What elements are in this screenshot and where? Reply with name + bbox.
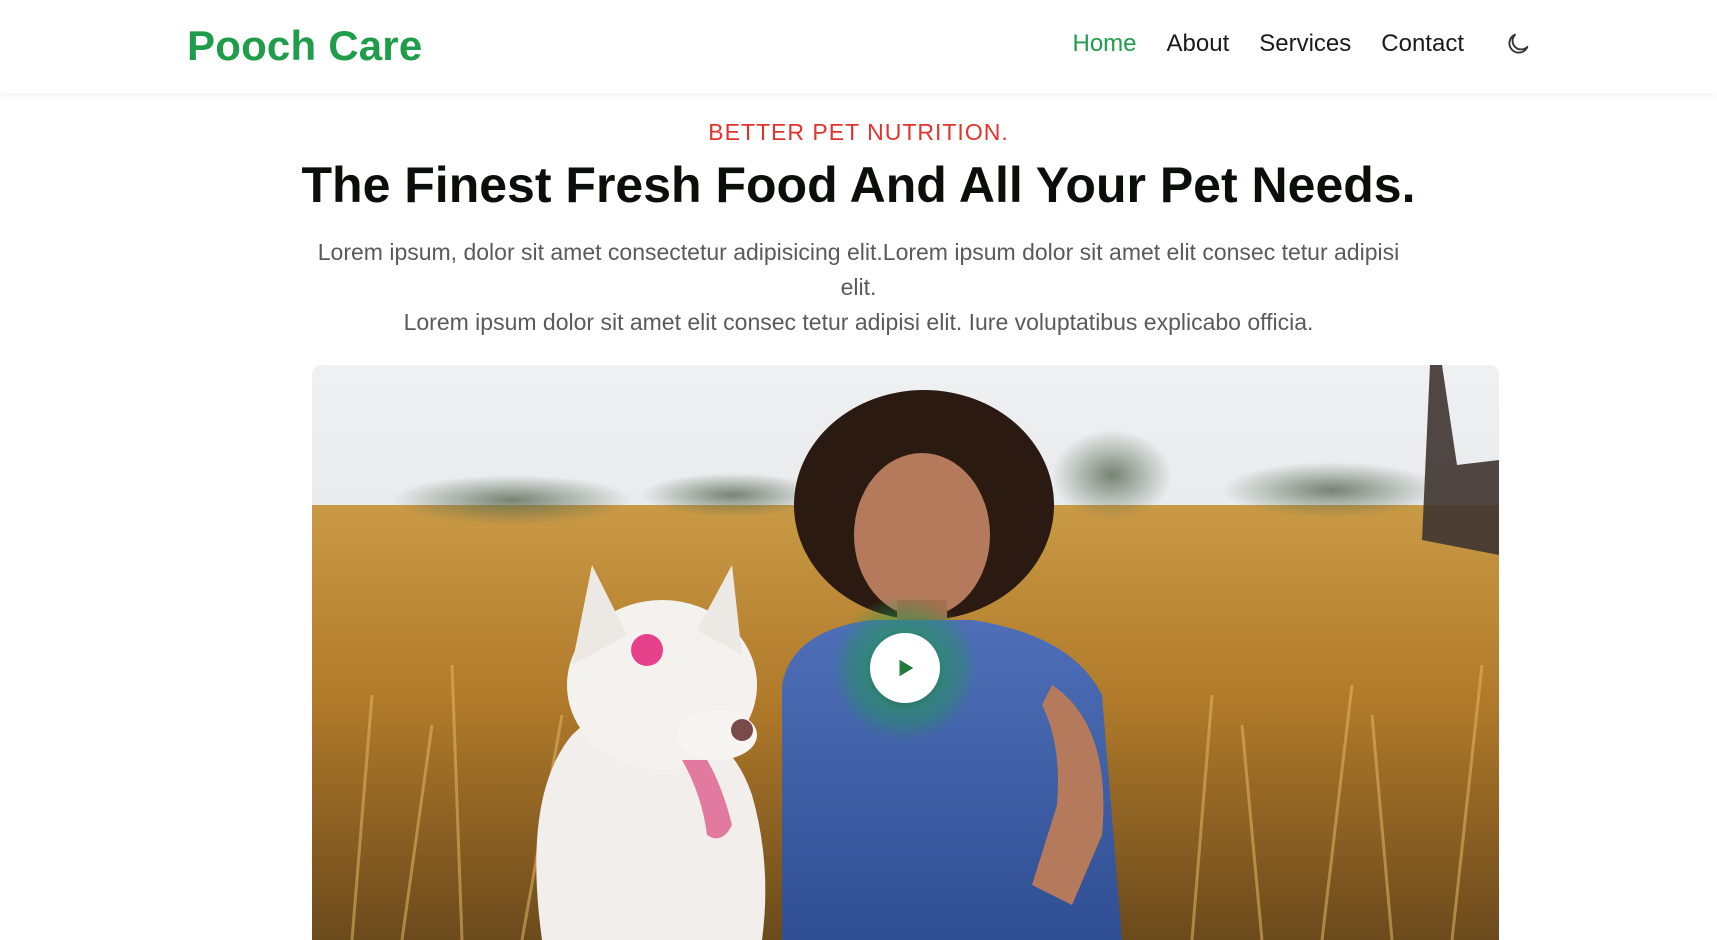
hero-title: The Finest Fresh Food And All Your Pet N…: [301, 157, 1416, 213]
play-icon: [899, 659, 914, 677]
play-button[interactable]: [870, 633, 940, 703]
nav-home[interactable]: Home: [1073, 26, 1137, 62]
nav-contact[interactable]: Contact: [1381, 26, 1464, 62]
moon-icon: [1508, 33, 1529, 54]
play-control: [833, 596, 977, 740]
hero-eyebrow: BETTER PET NUTRITION.: [708, 119, 1009, 145]
hero-description-line-1: Lorem ipsum, dolor sit amet consectetur …: [317, 239, 1400, 300]
theme-toggle-button[interactable]: [1500, 26, 1536, 62]
hero-description-line-2: Lorem ipsum dolor sit amet elit consec t…: [403, 309, 1314, 335]
main-nav: Home About Services Contact: [1073, 26, 1537, 62]
nav-services[interactable]: Services: [1259, 26, 1351, 62]
brand-logo[interactable]: Pooch Care: [187, 22, 422, 70]
hero-description: Lorem ipsum, dolor sit amet consectetur …: [300, 235, 1417, 340]
navbar: Pooch Care Home About Services Contact: [0, 0, 1717, 93]
nav-about[interactable]: About: [1167, 26, 1230, 62]
